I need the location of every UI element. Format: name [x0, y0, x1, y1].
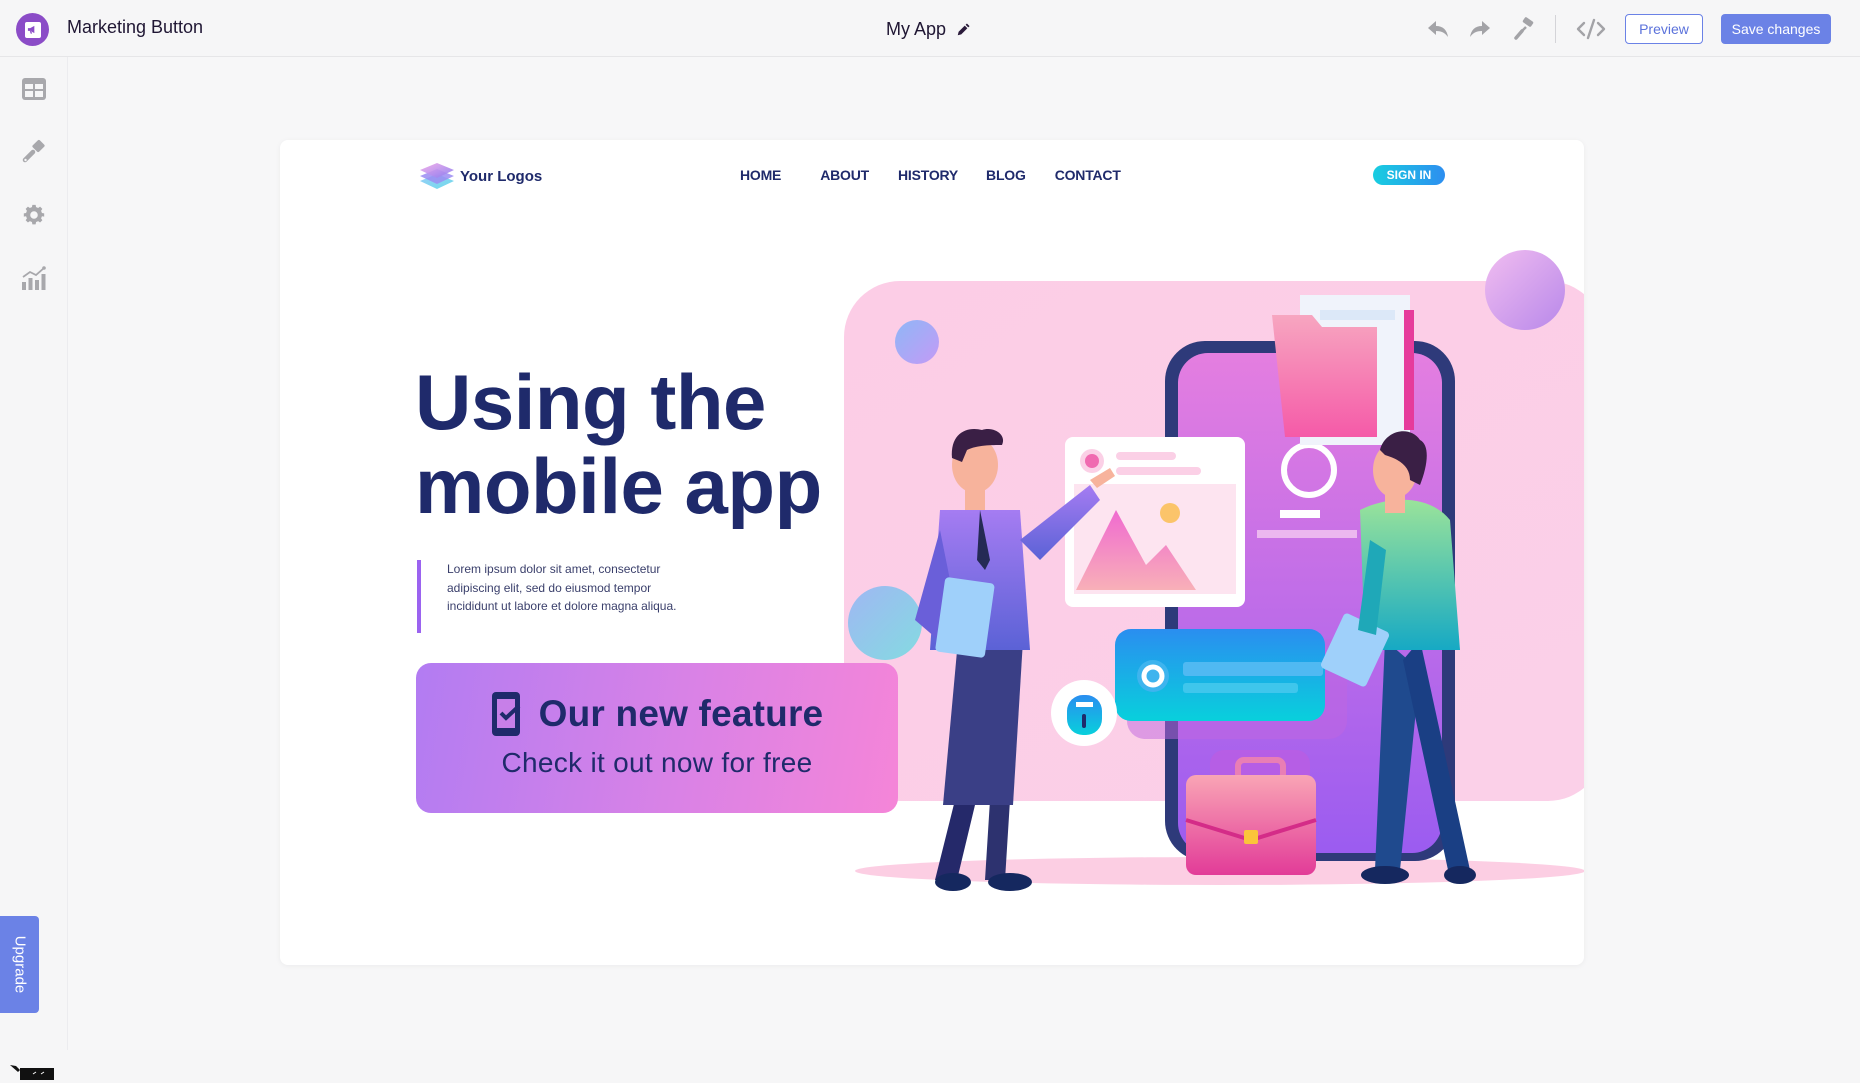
ninja-mascot-icon — [10, 1065, 54, 1080]
undo-icon[interactable] — [1425, 16, 1451, 42]
code-icon[interactable] — [1574, 16, 1608, 42]
settings-icon — [23, 204, 45, 225]
sidebar: Upgrade — [0, 57, 68, 1080]
landing-page-preview: Your Logos HOME ABOUT HISTORY BLOG CONTA… — [280, 140, 1584, 965]
brush-icon — [22, 139, 45, 163]
paint-roller-icon[interactable] — [1511, 16, 1537, 42]
project-title-text: My App — [886, 19, 947, 39]
feature-title: Our new feature — [538, 693, 824, 734]
upgrade-button[interactable]: Upgrade — [0, 916, 39, 1013]
app-title: Marketing Button — [67, 17, 204, 37]
marketing-feature-button[interactable]: Our new feature Check it out now for fre… — [416, 663, 898, 813]
hero-headline: Using the mobile app — [415, 360, 822, 528]
preview-button[interactable]: Preview — [1625, 14, 1703, 44]
sidebar-item-layout[interactable] — [19, 74, 49, 104]
upgrade-label: Upgrade — [11, 935, 29, 994]
paragraph-line: Lorem ipsum dolor sit amet, consectetur — [447, 562, 661, 576]
feature-subtitle: Check it out now for free — [501, 747, 813, 778]
edit-pencil-icon[interactable] — [956, 22, 970, 37]
hero-illustration — [844, 250, 1584, 891]
project-title[interactable]: My App — [886, 19, 970, 40]
layers-logo-icon — [420, 163, 454, 189]
app-logo-icon — [16, 13, 49, 46]
nav-blog[interactable]: BLOG — [986, 167, 1026, 183]
save-changes-button[interactable]: Save changes — [1721, 14, 1831, 44]
top-bar: Marketing Button My App Preview Save cha… — [0, 0, 1860, 57]
sidebar-item-settings[interactable] — [19, 200, 49, 230]
paragraph-line: incididunt ut labore et dolore magna ali… — [447, 599, 677, 613]
mobile-check-icon — [491, 692, 521, 736]
sign-in-button[interactable]: SIGN IN — [1373, 165, 1445, 185]
paragraph-line: adipiscing elit, sed do eiusmod tempor — [447, 580, 652, 595]
redo-icon[interactable] — [1467, 16, 1493, 42]
hero-paragraph: Lorem ipsum dolor sit amet, consectetur … — [417, 560, 717, 633]
site-nav: HOME ABOUT HISTORY BLOG CONTACT — [740, 167, 1121, 183]
headline-line-1: Using the — [415, 358, 766, 446]
nav-about[interactable]: ABOUT — [820, 167, 869, 183]
nav-home[interactable]: HOME — [740, 167, 781, 183]
sidebar-item-analytics[interactable] — [19, 263, 49, 293]
analytics-icon — [22, 266, 46, 290]
nav-history[interactable]: HISTORY — [898, 167, 958, 183]
nav-contact[interactable]: CONTACT — [1055, 167, 1121, 183]
logo-text: Your Logos — [460, 167, 543, 185]
headline-line-2: mobile app — [415, 442, 822, 530]
site-logo[interactable]: Your Logos — [418, 160, 542, 192]
toolbar-divider — [1555, 15, 1556, 43]
feature-title-row: Our new feature — [491, 691, 824, 737]
sidebar-item-design[interactable] — [19, 137, 49, 167]
layout-icon — [22, 78, 46, 100]
